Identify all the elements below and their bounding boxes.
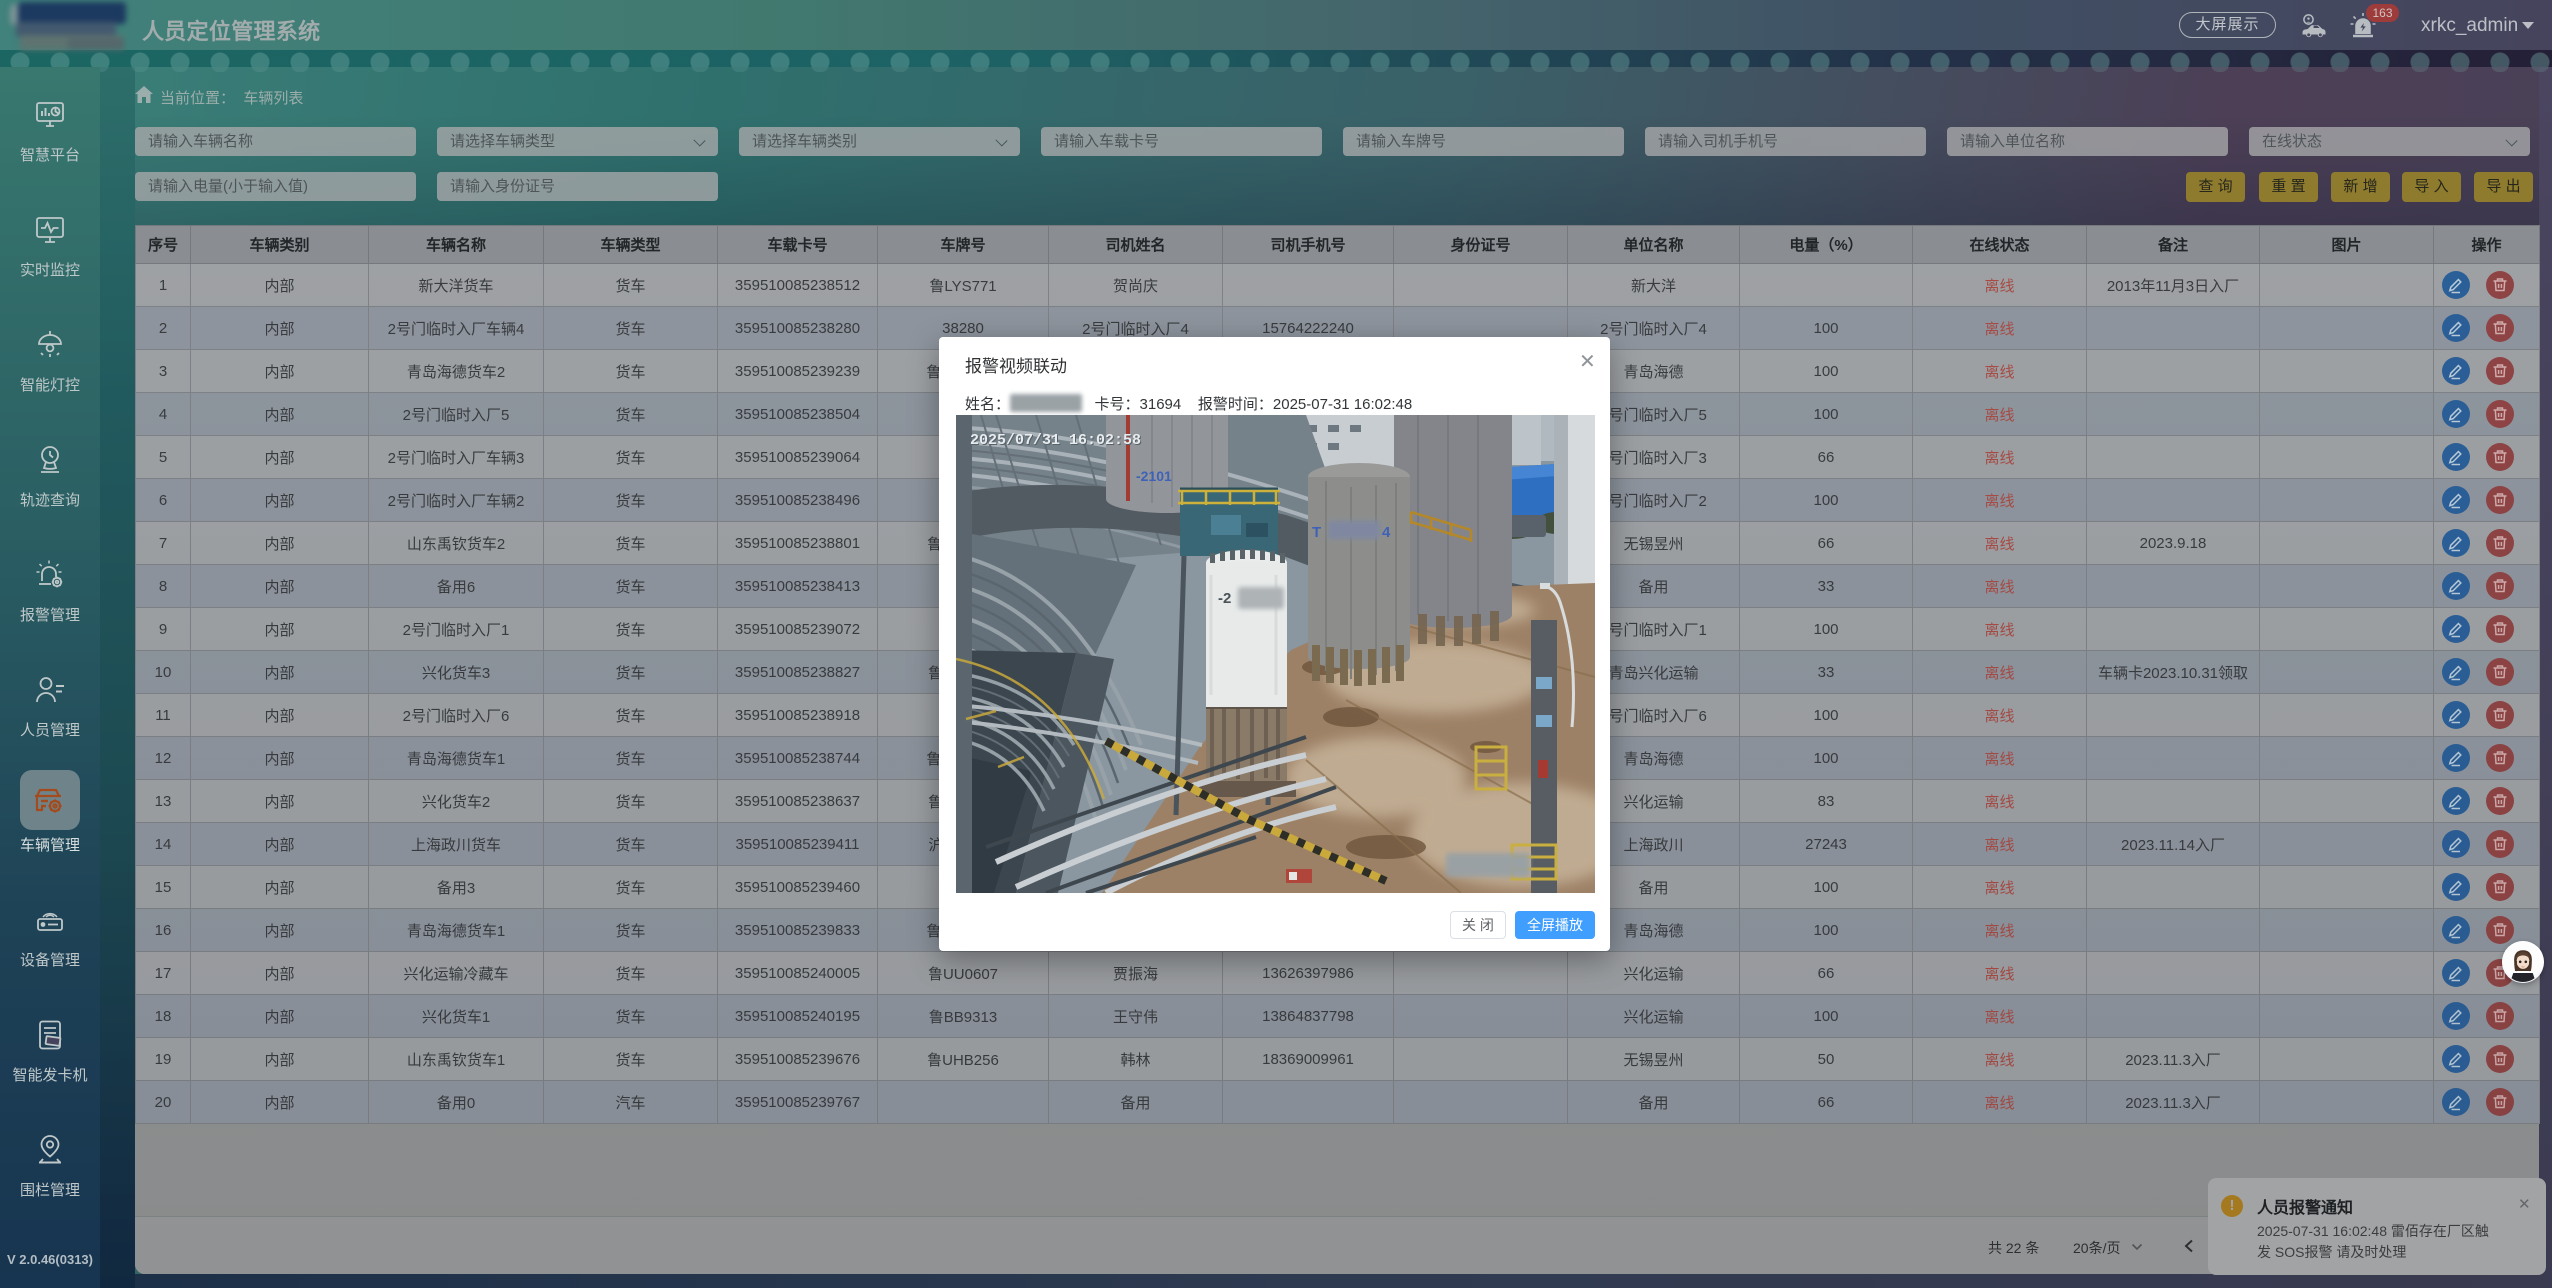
svg-text:-2: -2 — [1218, 590, 1231, 607]
svg-text:2025/07/31 16:02:58: 2025/07/31 16:02:58 — [970, 432, 1141, 449]
svg-text:-2101: -2101 — [1136, 468, 1172, 484]
svg-text:4: 4 — [1382, 524, 1391, 541]
svg-text:T: T — [1312, 524, 1321, 541]
